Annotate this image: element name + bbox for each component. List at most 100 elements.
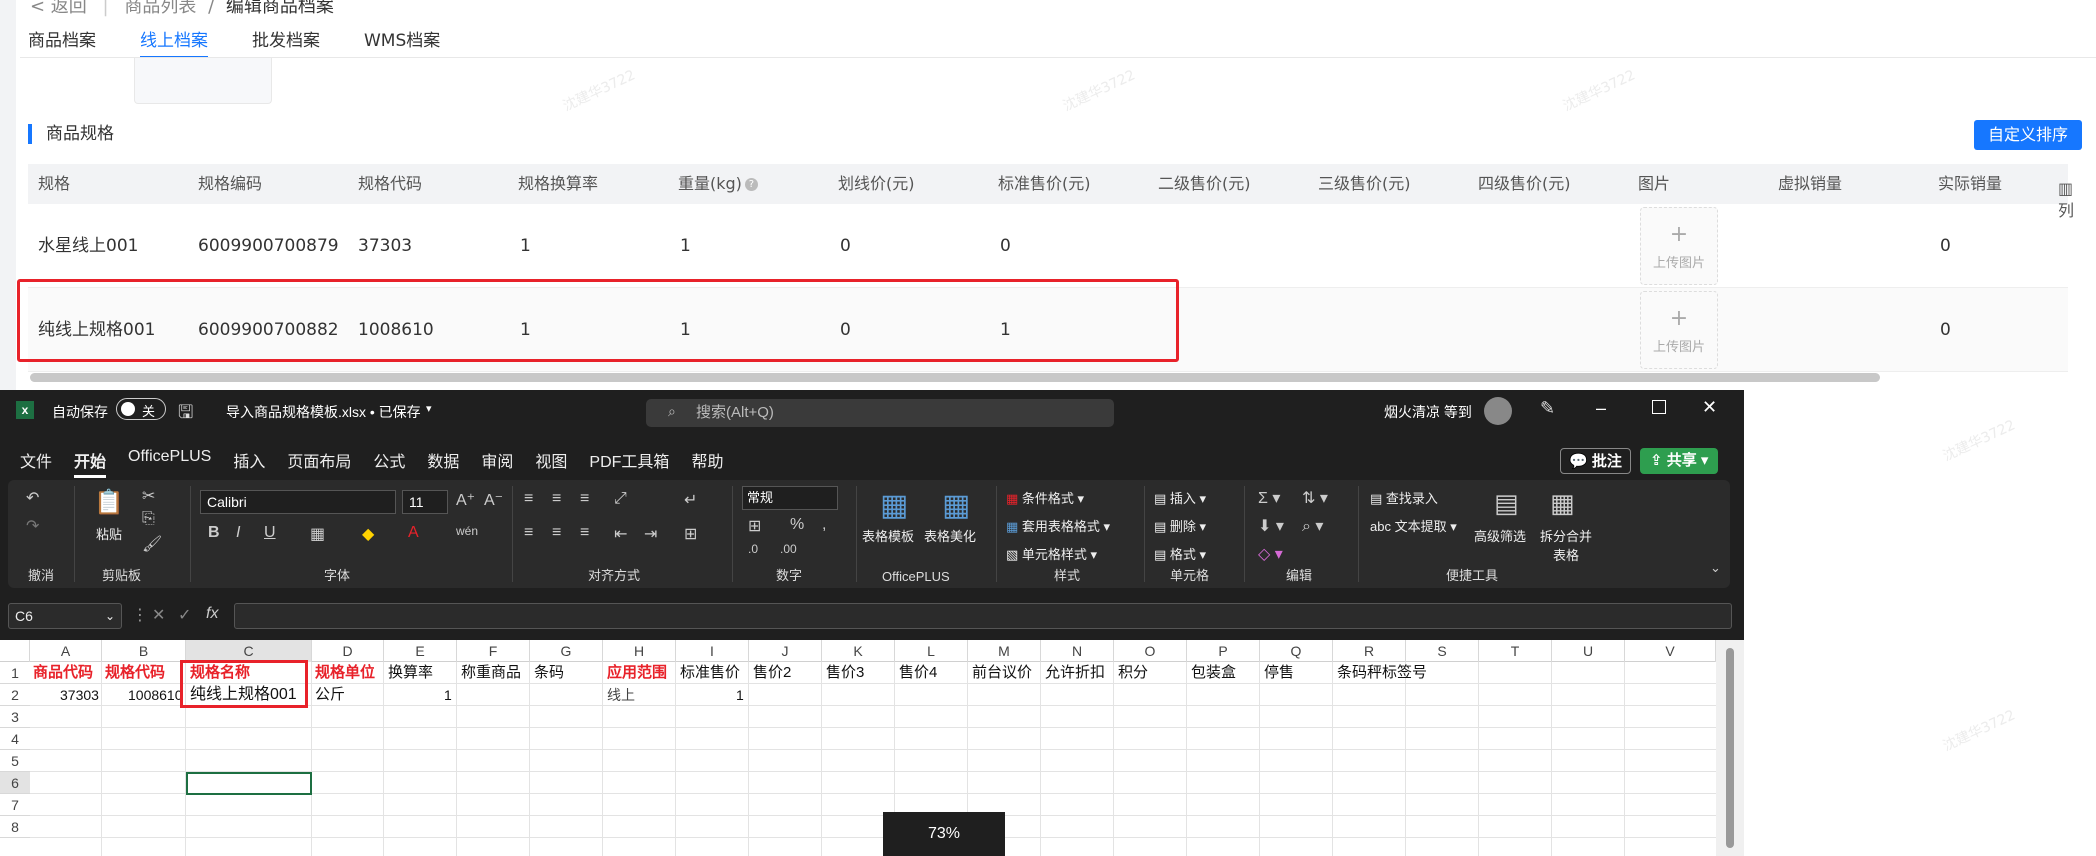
column-header[interactable]: V (1625, 640, 1716, 662)
percent-icon[interactable]: % (790, 516, 804, 534)
chevron-down-icon[interactable]: ▾ (426, 402, 432, 415)
column-header[interactable]: Q (1260, 640, 1333, 662)
row-header[interactable]: 5 (0, 750, 30, 772)
tab-view[interactable]: 视图 (535, 448, 567, 478)
column-header[interactable]: H (603, 640, 676, 662)
increase-decimal-icon[interactable]: .0 (748, 542, 758, 556)
cell-l1[interactable]: 售价4 (899, 662, 937, 684)
file-name[interactable]: 导入商品规格模板.xlsx • 已保存 (226, 402, 421, 422)
active-cell[interactable] (186, 772, 312, 795)
tab-officeplus[interactable]: OfficePLUS (128, 448, 211, 478)
formula-input[interactable] (234, 603, 1732, 629)
tab-wholesale-archive[interactable]: 批发档案 (252, 26, 320, 58)
column-header[interactable]: P (1187, 640, 1260, 662)
decrease-font-icon[interactable]: A⁻ (484, 490, 503, 510)
tab-insert[interactable]: 插入 (233, 448, 265, 478)
column-header[interactable]: M (968, 640, 1041, 662)
upload-image-button[interactable]: + 上传图片 (1640, 291, 1718, 369)
italic-icon[interactable]: I (236, 524, 240, 542)
tab-online-archive[interactable]: 线上档案 (140, 26, 208, 58)
tab-review[interactable]: 审阅 (481, 448, 513, 478)
increase-font-icon[interactable]: A⁺ (456, 490, 475, 510)
clear-icon[interactable]: ◇ ▾ (1258, 544, 1283, 564)
copy-icon[interactable]: ⎘ (142, 510, 155, 528)
phonetic-icon[interactable]: wén (456, 524, 478, 538)
column-header[interactable]: N (1041, 640, 1114, 662)
fill-icon[interactable]: ⬇ ▾ (1258, 516, 1284, 536)
vertical-scrollbar[interactable] (1716, 640, 1744, 856)
align-bottom-icon[interactable]: ≡ (580, 490, 589, 508)
table-beautify-icon[interactable]: ▦ (942, 488, 970, 523)
row-header[interactable]: 2 (0, 684, 30, 706)
redo-icon[interactable]: ↷ (26, 516, 39, 536)
cell-n1[interactable]: 允许折扣 (1045, 662, 1105, 684)
cell-a2[interactable]: 37303 (60, 684, 99, 706)
table-beautify-label[interactable]: 表格美化 (924, 526, 976, 545)
tab-formulas[interactable]: 公式 (373, 448, 405, 478)
name-box[interactable]: C6 ⌄ (8, 603, 122, 629)
column-header[interactable]: A (30, 640, 102, 662)
tab-file[interactable]: 文件 (20, 448, 52, 478)
align-middle-icon[interactable]: ≡ (552, 490, 561, 508)
table-template-label[interactable]: 表格模板 (862, 526, 914, 545)
minimize-icon[interactable]: – (1596, 398, 1606, 419)
column-header[interactable]: D (312, 640, 384, 662)
cell-o1[interactable]: 积分 (1118, 662, 1148, 684)
cell-i1[interactable]: 标准售价 (680, 662, 740, 684)
custom-sort-button[interactable]: 自定义排序 (1974, 120, 2082, 150)
autosum-icon[interactable]: Σ ▾ (1258, 488, 1280, 508)
table-template-icon[interactable]: ▦ (880, 488, 908, 523)
decrease-indent-icon[interactable]: ⇤ (614, 524, 627, 544)
insert-cells-button[interactable]: ▤ 插入 ▾ (1154, 488, 1206, 507)
cell-g1[interactable]: 条码 (534, 662, 564, 684)
font-size-select[interactable]: 11 (402, 490, 448, 514)
tab-wms-archive[interactable]: WMS档案 (364, 26, 440, 58)
select-all-corner[interactable] (0, 640, 30, 662)
undo-icon[interactable]: ↶ (26, 488, 39, 508)
align-right-icon[interactable]: ≡ (580, 524, 589, 542)
column-header[interactable]: K (822, 640, 895, 662)
column-header[interactable]: C (186, 640, 312, 662)
cell-m1[interactable]: 前台议价 (972, 662, 1032, 684)
column-header[interactable]: I (676, 640, 749, 662)
row-header[interactable]: 1 (0, 662, 30, 684)
back-link[interactable]: < 返回 (30, 0, 87, 17)
row-header[interactable]: 7 (0, 794, 30, 816)
table-row[interactable]: 水星线上001 6009900700879 37303 1 1 0 0 + 上传图… (28, 204, 2068, 288)
find-icon[interactable]: ⌕ ▾ (1302, 516, 1323, 536)
column-header[interactable]: R (1333, 640, 1406, 662)
avatar[interactable] (1484, 397, 1512, 425)
column-header[interactable]: S (1406, 640, 1479, 662)
row-header[interactable]: 4 (0, 728, 30, 750)
format-painter-icon[interactable]: 🖌 (142, 534, 162, 554)
align-left-icon[interactable]: ≡ (524, 524, 533, 542)
search-box[interactable]: 搜索(Alt+Q) (646, 399, 1114, 427)
column-header[interactable]: F (457, 640, 530, 662)
cell-b2[interactable]: 1008610 (128, 684, 183, 706)
collapse-ribbon-icon[interactable]: ⌄ (1710, 560, 1721, 576)
cell-r1[interactable]: 条码秤标签号 (1337, 662, 1427, 684)
cancel-icon[interactable]: ✕ (152, 605, 165, 625)
function-icon[interactable]: fx (206, 605, 218, 623)
help-icon[interactable]: ? (744, 178, 758, 191)
cell-h2[interactable]: 线上 (607, 684, 635, 706)
cell-e2[interactable]: 1 (444, 684, 452, 706)
cell-d2[interactable]: 公斤 (315, 684, 345, 706)
close-icon[interactable]: ✕ (1702, 397, 1717, 418)
increase-indent-icon[interactable]: ⇥ (644, 524, 657, 544)
horizontal-scrollbar[interactable] (30, 373, 1880, 382)
column-header[interactable]: O (1114, 640, 1187, 662)
tab-page-layout[interactable]: 页面布局 (287, 448, 351, 478)
maximize-icon[interactable] (1652, 400, 1666, 414)
tab-help[interactable]: 帮助 (691, 448, 723, 478)
split-merge-label[interactable]: 拆分合并表格 (1536, 526, 1596, 564)
cut-icon[interactable]: ✂ (142, 486, 155, 506)
conditional-format-button[interactable]: ▦ 条件格式 ▾ (1006, 488, 1084, 507)
upload-image-button[interactable]: + 上传图片 (1640, 207, 1718, 285)
find-entry-button[interactable]: ▤ 查找录入 (1370, 488, 1438, 507)
column-header[interactable]: L (895, 640, 968, 662)
cell-e1[interactable]: 换算率 (388, 662, 433, 684)
cell-k1[interactable]: 售价3 (826, 662, 864, 684)
comment-button[interactable]: 💬 批注 (1560, 448, 1631, 474)
number-format-select[interactable]: 常规 (742, 486, 838, 510)
